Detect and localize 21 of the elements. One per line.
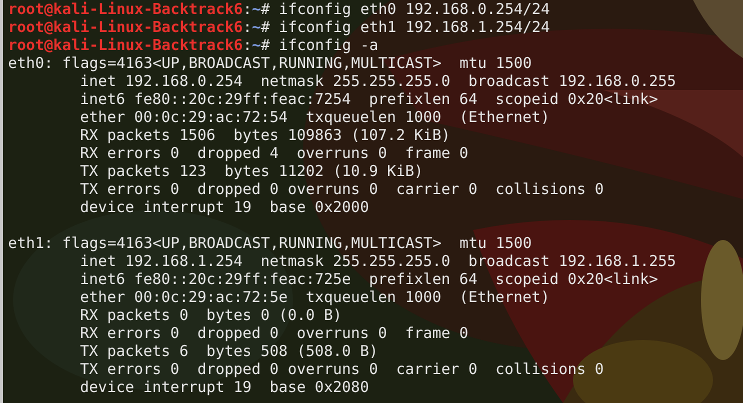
- output-line: TX packets 6 bytes 508 (508.0 B): [80, 342, 378, 360]
- prompt-line: root@kali-Linux-Backtrack6:~# ifconfig eth0 192.168.0.254/24: [8, 0, 550, 18]
- output-line: RX packets 0 bytes 0 (0.0 B): [80, 306, 342, 324]
- output-line: TX errors 0 dropped 0 overruns 0 carrier 0 collisions 0: [80, 180, 604, 198]
- prompt-line: root@kali-Linux-Backtrack6:~# ifconfig -a: [8, 36, 378, 54]
- output-line: TX packets 123 bytes 11202 (10.9 KiB): [80, 162, 424, 180]
- prompt-line: root@kali-Linux-Backtrack6:~# ifconfig eth1 192.168.1.254/24: [8, 18, 550, 36]
- output-line: inet6 fe80::20c:29ff:feac:725e prefixlen 64 scopeid 0x20<link>: [80, 270, 658, 288]
- output-line: ether 00:0c:29:ac:72:54 txqueuelen 1000 (Ethernet): [80, 108, 550, 126]
- output-line: RX errors 0 dropped 0 overruns 0 frame 0: [80, 324, 468, 342]
- output-line: RX packets 1506 bytes 109863 (107.2 KiB): [80, 126, 450, 144]
- interface-header: eth0: flags=4163<UP,BROADCAST,RUNNING,MULTICAST> mtu 1500: [8, 54, 532, 72]
- output-line: ether 00:0c:29:ac:72:5e txqueuelen 1000 (Ethernet): [80, 288, 550, 306]
- interface-header: eth1: flags=4163<UP,BROADCAST,RUNNING,MULTICAST> mtu 1500: [8, 234, 532, 252]
- output-line: inet 192.168.0.254 netmask 255.255.255.0 broadcast 192.168.0.255: [80, 72, 676, 90]
- output-line: device interrupt 19 base 0x2000: [80, 198, 369, 216]
- output-line: inet6 fe80::20c:29ff:feac:7254 prefixlen 64 scopeid 0x20<link>: [80, 90, 658, 108]
- output-line: RX errors 0 dropped 4 overruns 0 frame 0: [80, 144, 468, 162]
- output-line: inet 192.168.1.254 netmask 255.255.255.0 broadcast 192.168.1.255: [80, 252, 676, 270]
- output-line: TX errors 0 dropped 0 overruns 0 carrier 0 collisions 0: [80, 360, 604, 378]
- output-line: device interrupt 19 base 0x2080: [80, 378, 369, 396]
